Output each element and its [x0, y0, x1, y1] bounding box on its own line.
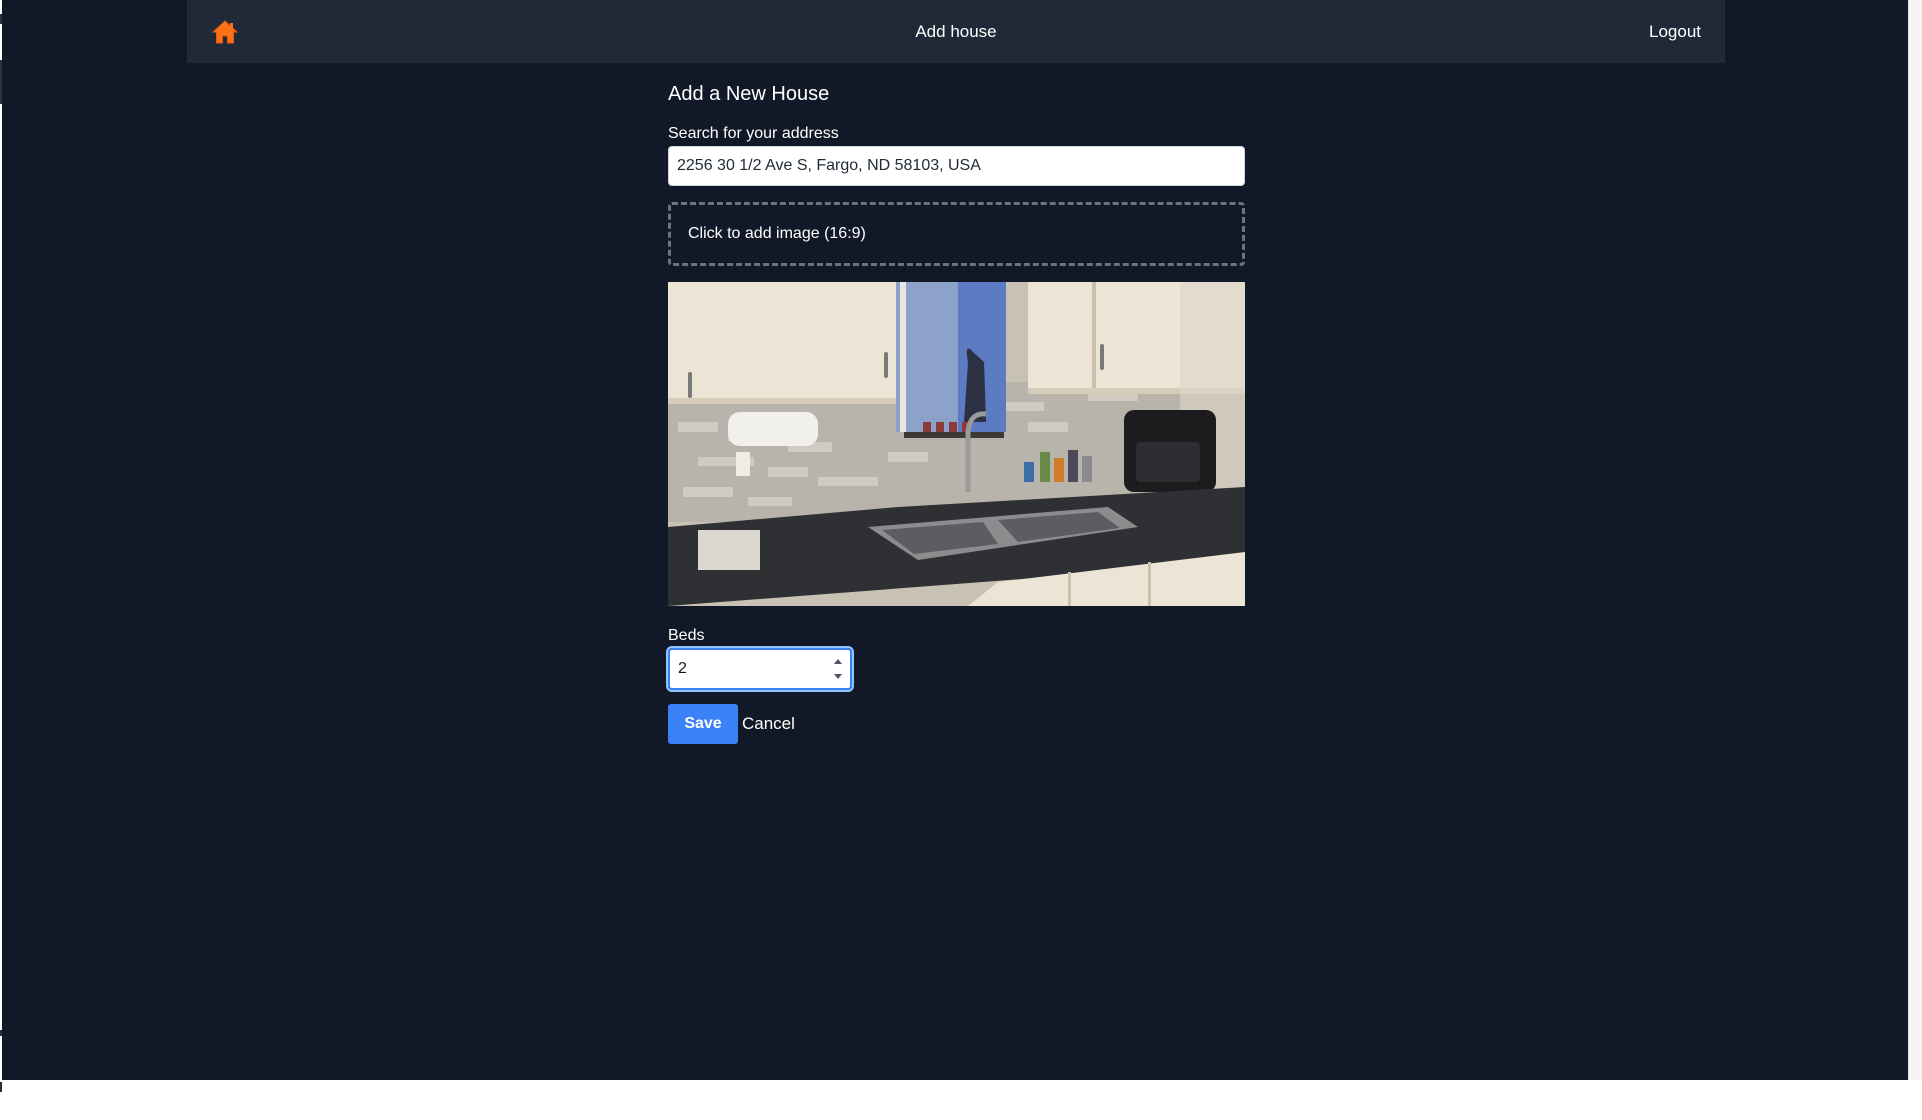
beds-stepper[interactable] [832, 657, 844, 681]
beds-label: Beds [668, 627, 705, 644]
stepper-up-icon[interactable] [833, 657, 843, 665]
logout-link[interactable]: Logout [1649, 22, 1701, 42]
beds-input[interactable] [666, 646, 854, 692]
image-dropzone[interactable]: Click to add image (16:9) [668, 202, 1245, 266]
page-title-nav: Add house [915, 21, 997, 41]
save-button[interactable]: Save [668, 704, 738, 744]
form-heading: Add a New House [668, 83, 830, 105]
beds-field [666, 646, 854, 692]
address-label: Search for your address [668, 125, 839, 142]
form-actions: Save Cancel [668, 704, 1245, 744]
top-navbar: Add house Logout [187, 0, 1725, 63]
add-house-form: Add a New House Search for your address … [666, 80, 1245, 744]
home-icon[interactable] [211, 18, 239, 46]
vertical-scrollbar[interactable] [1908, 0, 1922, 1080]
dropzone-label: Click to add image (16:9) [688, 225, 866, 242]
stepper-down-icon[interactable] [833, 673, 843, 681]
address-search-input[interactable] [668, 146, 1245, 186]
cancel-button[interactable]: Cancel [742, 714, 795, 734]
kitchen-photo [668, 282, 1245, 606]
app-viewport: Add house Logout Add a New House Search … [2, 0, 1908, 1080]
